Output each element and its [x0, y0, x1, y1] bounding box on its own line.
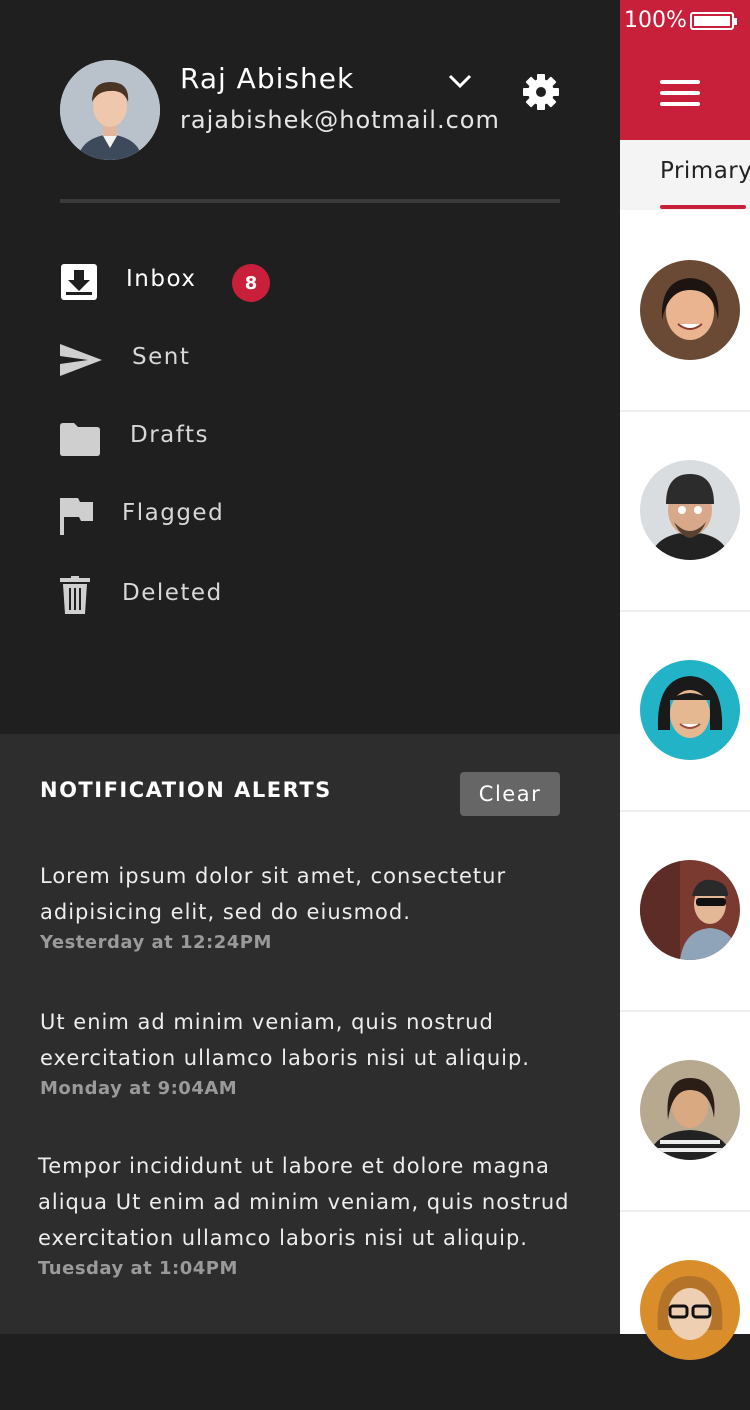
avatar: [640, 460, 740, 560]
send-icon: [60, 344, 102, 376]
account-name: Raj Abishek: [180, 62, 355, 95]
nav-item-sent[interactable]: Sent: [60, 330, 500, 390]
avatar: [640, 660, 740, 760]
avatar: [640, 260, 740, 360]
notification-panel: NOTIFICATION ALERTS Clear Lorem ipsum do…: [0, 734, 620, 1334]
notification-time: Monday at 9:04AM: [40, 1078, 238, 1099]
notification-item[interactable]: Ut enim ad minim veniam, quis nostrud ex…: [40, 1004, 580, 1099]
list-item[interactable]: [620, 210, 750, 412]
trash-icon: [60, 576, 90, 614]
flag-icon: [60, 498, 93, 535]
nav-label: Sent: [132, 344, 191, 370]
inbox-icon: [61, 264, 97, 300]
divider: [60, 199, 560, 203]
active-tab-indicator: [660, 205, 746, 209]
list-item[interactable]: [620, 610, 750, 812]
main-screen-peek[interactable]: 100% Primary: [620, 0, 750, 1360]
tab-bar: Primary: [620, 140, 750, 210]
nav-item-inbox[interactable]: Inbox 8: [60, 252, 500, 312]
avatar: [640, 860, 740, 960]
nav-item-drafts[interactable]: Drafts: [60, 408, 500, 468]
unread-count-badge: 8: [232, 264, 270, 302]
list-item[interactable]: [620, 810, 750, 1012]
battery-icon: [690, 12, 737, 30]
nav-item-deleted[interactable]: Deleted: [60, 566, 500, 626]
notification-time: Tuesday at 1:04PM: [38, 1258, 238, 1279]
notification-text: Lorem ipsum dolor sit amet, consectetur …: [40, 864, 507, 924]
tab-primary[interactable]: Primary: [660, 158, 750, 184]
avatar[interactable]: [60, 60, 160, 160]
nav-label: Inbox: [126, 266, 197, 292]
notification-title: NOTIFICATION ALERTS: [40, 778, 332, 802]
avatar: [640, 1060, 740, 1160]
battery-percent: 100%: [624, 8, 687, 33]
notification-text: Ut enim ad minim veniam, quis nostrud ex…: [40, 1010, 530, 1070]
hamburger-menu-icon[interactable]: [660, 80, 700, 106]
navigation-drawer: Raj Abishek rajabishek@hotmail.com Inbox…: [0, 0, 620, 734]
nav-label: Drafts: [130, 422, 209, 448]
notification-text: Tempor incididunt ut labore et dolore ma…: [38, 1154, 570, 1250]
nav-item-flagged[interactable]: Flagged: [60, 486, 500, 546]
list-item[interactable]: [620, 1210, 750, 1410]
notification-item[interactable]: Tempor incididunt ut labore et dolore ma…: [38, 1148, 578, 1279]
notification-time: Yesterday at 12:24PM: [40, 932, 272, 953]
chevron-down-icon[interactable]: [447, 70, 473, 92]
gear-icon[interactable]: [521, 72, 561, 112]
nav-label: Deleted: [122, 580, 223, 606]
list-item[interactable]: [620, 1010, 750, 1212]
app-header: 100%: [620, 0, 750, 140]
list-item[interactable]: [620, 410, 750, 612]
clear-button[interactable]: Clear: [460, 772, 560, 816]
folder-icon: [60, 423, 100, 456]
nav-label: Flagged: [122, 500, 225, 526]
account-email: rajabishek@hotmail.com: [180, 106, 500, 134]
avatar: [640, 1260, 740, 1360]
notification-item[interactable]: Lorem ipsum dolor sit amet, consectetur …: [40, 858, 580, 953]
